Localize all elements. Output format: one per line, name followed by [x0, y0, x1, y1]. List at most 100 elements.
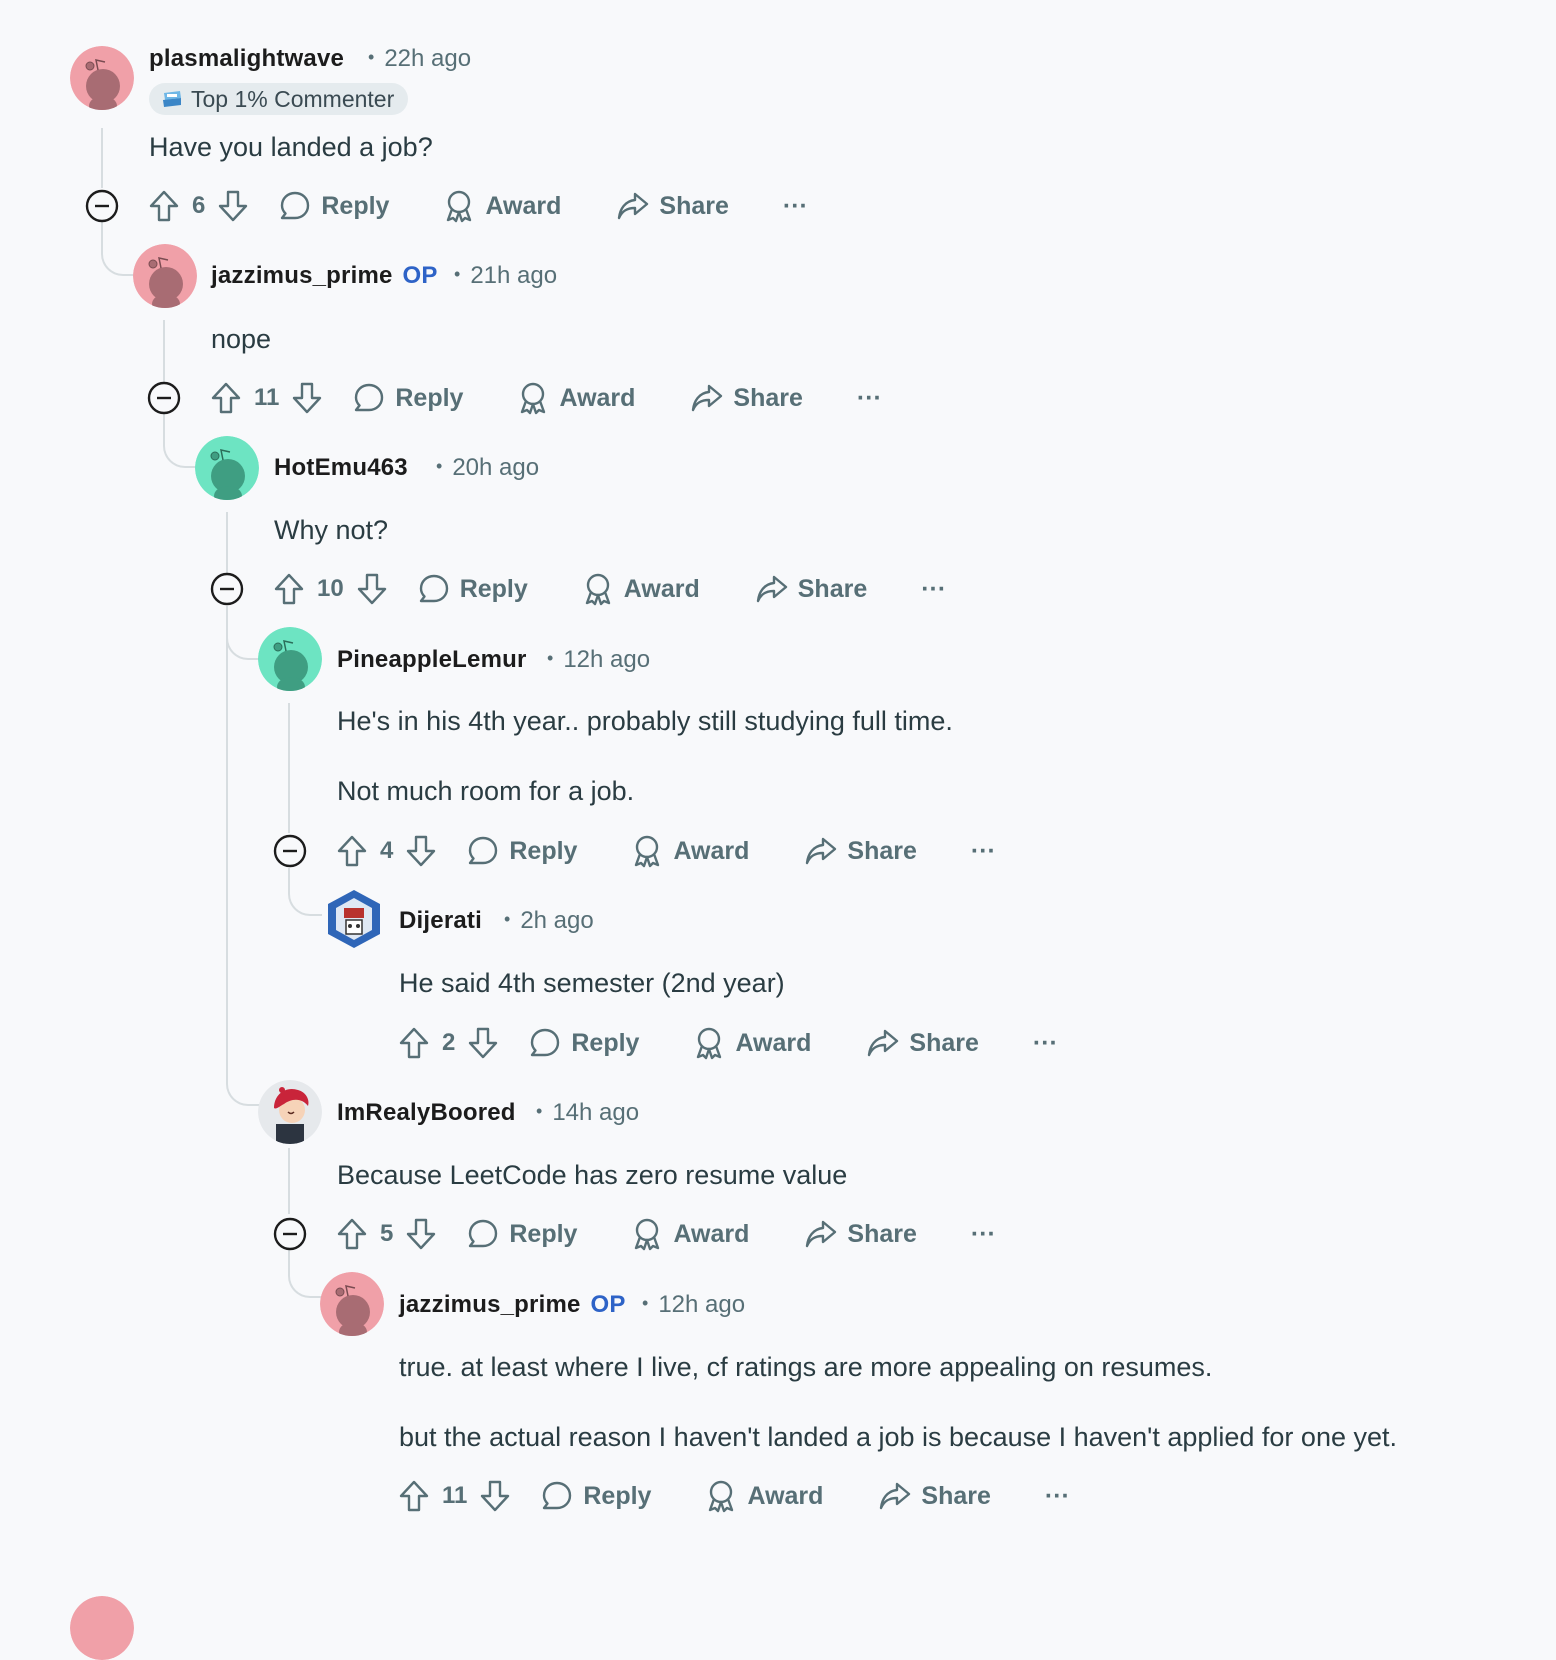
downvote-button[interactable] — [356, 572, 388, 606]
award-button[interactable]: Award — [693, 1026, 811, 1060]
reply-button[interactable]: Reply — [353, 382, 463, 414]
award-icon — [709, 1480, 734, 1513]
upvote-button[interactable] — [398, 1479, 430, 1513]
award-icon — [635, 835, 660, 868]
downvote-icon — [357, 573, 386, 605]
collapse-icon[interactable] — [147, 381, 181, 415]
avatar[interactable] — [133, 244, 197, 308]
collapse-icon[interactable] — [273, 1217, 307, 1251]
award-button[interactable]: Award — [631, 1217, 749, 1251]
op-badge: OP — [590, 1291, 626, 1318]
reply-button[interactable]: Reply — [418, 573, 528, 605]
comment-text: He said 4th semester (2nd year) — [399, 968, 785, 998]
username[interactable]: PineappleLemur — [337, 646, 527, 674]
collapse-icon[interactable] — [273, 834, 307, 868]
reply-button[interactable]: Reply — [279, 190, 389, 222]
upvote-icon — [399, 1480, 429, 1512]
avatar[interactable] — [258, 1080, 322, 1144]
snoo-avatar-icon — [70, 1596, 134, 1660]
collapse-icon[interactable] — [85, 189, 119, 223]
more-options-button[interactable]: ··· — [783, 192, 808, 221]
upvote-button[interactable] — [210, 381, 242, 415]
username[interactable]: HotEmu463 — [274, 454, 408, 482]
thread-line — [288, 1148, 290, 1214]
downvote-button[interactable] — [405, 1217, 437, 1251]
upvote-button[interactable] — [273, 572, 305, 606]
username[interactable]: ImRealyBoored — [337, 1099, 516, 1127]
award-button[interactable]: Award — [705, 1479, 823, 1513]
downvote-button[interactable] — [479, 1479, 511, 1513]
avatar[interactable] — [70, 46, 134, 110]
avatar[interactable] — [70, 1596, 134, 1660]
vote-count: 2 — [442, 1029, 456, 1056]
share-icon — [880, 1482, 911, 1510]
upvote-button[interactable] — [336, 834, 368, 868]
downvote-button[interactable] — [291, 381, 323, 415]
flair-icon — [161, 88, 183, 110]
upvote-button[interactable] — [148, 189, 180, 223]
comment-text: He's in his 4th year.. probably still st… — [337, 706, 953, 736]
username[interactable]: Dijerati — [399, 907, 482, 935]
reply-button[interactable]: Reply — [541, 1480, 651, 1512]
more-icon: ··· — [782, 191, 808, 220]
reply-button[interactable]: Reply — [467, 835, 577, 867]
award-button[interactable]: Award — [517, 381, 635, 415]
comment-bubble-icon — [281, 191, 310, 220]
snoo-avatar-icon — [258, 627, 322, 691]
comment-text: nope — [211, 324, 272, 354]
more-icon: ··· — [1044, 1481, 1070, 1510]
more-options-button[interactable]: ··· — [921, 575, 946, 604]
award-icon — [585, 573, 610, 606]
award-button[interactable]: Award — [631, 834, 749, 868]
upvote-button[interactable] — [398, 1026, 430, 1060]
share-button[interactable]: Share — [617, 191, 729, 221]
comment-bubble-icon — [469, 836, 498, 865]
share-button[interactable]: Share — [879, 1481, 991, 1511]
comment-actions: 10 Reply Award Share ··· — [273, 566, 946, 612]
share-icon — [868, 1029, 899, 1057]
share-icon — [756, 575, 787, 603]
downvote-button[interactable] — [405, 834, 437, 868]
more-options-button[interactable]: ··· — [857, 384, 882, 413]
comment-time: • 12h ago — [642, 1291, 746, 1318]
thread-connector — [288, 868, 326, 916]
more-options-button[interactable]: ··· — [971, 837, 996, 866]
thread-line — [163, 320, 165, 382]
share-button[interactable]: Share — [805, 836, 917, 866]
downvote-icon — [219, 190, 248, 222]
username[interactable]: jazzimus_prime OP — [211, 262, 438, 290]
snoo-avatar-icon — [133, 244, 197, 308]
avatar[interactable] — [320, 1272, 384, 1336]
award-icon — [447, 190, 472, 223]
more-options-button[interactable]: ··· — [1033, 1029, 1058, 1058]
username[interactable]: plasmalightwave — [149, 45, 344, 73]
downvote-button[interactable] — [217, 189, 249, 223]
comment-body: Have you landed a job? — [149, 130, 433, 164]
more-icon: ··· — [970, 836, 996, 865]
award-button[interactable]: Award — [582, 572, 700, 606]
op-badge: OP — [402, 262, 438, 289]
thread-connector — [163, 414, 199, 468]
reply-button[interactable]: Reply — [467, 1218, 577, 1250]
share-button[interactable]: Share — [805, 1219, 917, 1249]
share-button[interactable]: Share — [867, 1028, 979, 1058]
reply-button[interactable]: Reply — [529, 1027, 639, 1059]
username[interactable]: jazzimus_prime OP — [399, 1291, 626, 1319]
downvote-icon — [293, 382, 322, 414]
share-button[interactable]: Share — [756, 574, 867, 604]
downvote-button[interactable] — [467, 1026, 499, 1060]
more-options-button[interactable]: ··· — [1045, 1482, 1070, 1511]
more-options-button[interactable]: ··· — [971, 1220, 996, 1249]
upvote-icon — [337, 835, 367, 867]
collapse-icon[interactable] — [210, 572, 244, 606]
avatar[interactable] — [195, 436, 259, 500]
thread-line — [226, 512, 228, 574]
share-icon — [806, 1220, 837, 1248]
upvote-button[interactable] — [336, 1217, 368, 1251]
comment-actions: 11 Reply Award Share ··· — [210, 375, 882, 421]
award-icon — [521, 382, 546, 415]
award-button[interactable]: Award — [443, 189, 561, 223]
avatar[interactable] — [258, 627, 322, 691]
share-button[interactable]: Share — [691, 383, 803, 413]
avatar[interactable] — [322, 886, 386, 950]
